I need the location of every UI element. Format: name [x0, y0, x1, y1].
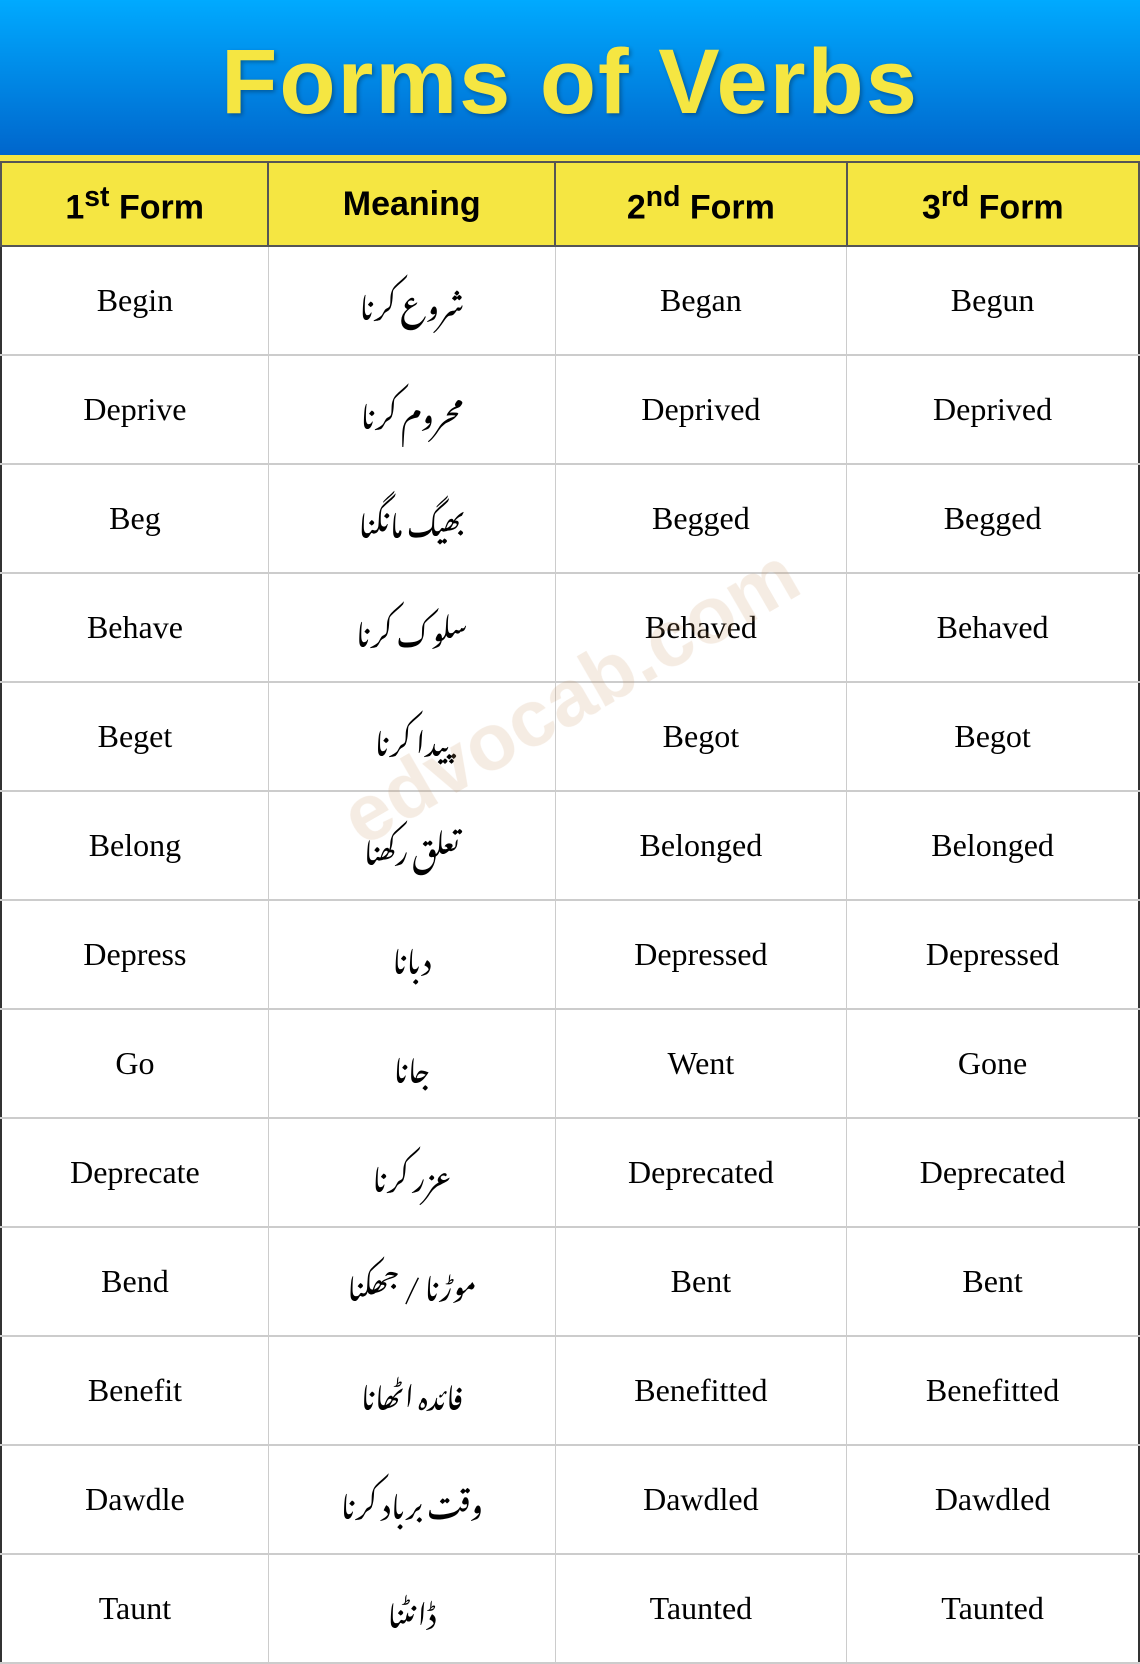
- cell-meaning: وقت برباد کرنا: [268, 1445, 555, 1554]
- cell-form1: Begin: [1, 246, 268, 355]
- table-header-row: 1st Form Meaning 2nd Form 3rd Form: [1, 162, 1139, 246]
- col-header-form3: 3rd Form: [847, 162, 1139, 246]
- cell-form1: Behave: [1, 573, 268, 682]
- cell-form2: Taunted: [555, 1554, 847, 1663]
- cell-form3: Deprived: [847, 355, 1139, 464]
- table-row: TauntڈانٹناTauntedTaunted: [1, 1554, 1139, 1663]
- table-body: Beginشروع کرناBeganBegunDepriveمحروم کرن…: [1, 246, 1139, 1663]
- table-row: GoجاناWentGone: [1, 1009, 1139, 1118]
- cell-form3: Depressed: [847, 900, 1139, 1009]
- cell-meaning: پیدا کرنا: [268, 682, 555, 791]
- cell-form1: Go: [1, 1009, 268, 1118]
- cell-meaning: فائدہ اٹھانا: [268, 1336, 555, 1445]
- table-row: Depriveمحروم کرناDeprivedDeprived: [1, 355, 1139, 464]
- cell-form2: Begot: [555, 682, 847, 791]
- cell-form3: Bent: [847, 1227, 1139, 1336]
- cell-form2: Depressed: [555, 900, 847, 1009]
- cell-meaning: موڑنا / جھکنا: [268, 1227, 555, 1336]
- cell-form3: Begot: [847, 682, 1139, 791]
- cell-form2: Began: [555, 246, 847, 355]
- cell-form2: Went: [555, 1009, 847, 1118]
- cell-form1: Taunt: [1, 1554, 268, 1663]
- cell-meaning: شروع کرنا: [268, 246, 555, 355]
- table-row: Dawdleوقت برباد کرناDawdledDawdled: [1, 1445, 1139, 1554]
- cell-form3: Behaved: [847, 573, 1139, 682]
- page-header: Forms of Verbs: [0, 0, 1140, 161]
- table-row: Begبھیگ مانگناBeggedBegged: [1, 464, 1139, 573]
- cell-meaning: سلوک کرنا: [268, 573, 555, 682]
- cell-meaning: دبانا: [268, 900, 555, 1009]
- cell-form2: Benefitted: [555, 1336, 847, 1445]
- cell-form3: Deprecated: [847, 1118, 1139, 1227]
- cell-form3: Gone: [847, 1009, 1139, 1118]
- col-header-form2: 2nd Form: [555, 162, 847, 246]
- cell-form1: Deprive: [1, 355, 268, 464]
- table-row: Benefitفائدہ اٹھاناBenefittedBenefitted: [1, 1336, 1139, 1445]
- cell-form2: Bent: [555, 1227, 847, 1336]
- cell-form3: Begun: [847, 246, 1139, 355]
- cell-form3: Belonged: [847, 791, 1139, 900]
- table-row: Beginشروع کرناBeganBegun: [1, 246, 1139, 355]
- cell-form1: Benefit: [1, 1336, 268, 1445]
- cell-form2: Behaved: [555, 573, 847, 682]
- table-row: Deprecateعزر کرناDeprecatedDeprecated: [1, 1118, 1139, 1227]
- table-row: Bendموڑنا / جھکناBentBent: [1, 1227, 1139, 1336]
- cell-form3: Taunted: [847, 1554, 1139, 1663]
- cell-meaning: ڈانٹنا: [268, 1554, 555, 1663]
- cell-meaning: بھیگ مانگنا: [268, 464, 555, 573]
- verbs-table: 1st Form Meaning 2nd Form 3rd Form Begin…: [0, 161, 1140, 1664]
- cell-form1: Beg: [1, 464, 268, 573]
- cell-form1: Bend: [1, 1227, 268, 1336]
- cell-form3: Begged: [847, 464, 1139, 573]
- cell-form2: Dawdled: [555, 1445, 847, 1554]
- cell-form2: Begged: [555, 464, 847, 573]
- cell-meaning: جانا: [268, 1009, 555, 1118]
- table-row: Begetپیدا کرناBegotBegot: [1, 682, 1139, 791]
- cell-meaning: تعلق رکھنا: [268, 791, 555, 900]
- cell-form1: Deprecate: [1, 1118, 268, 1227]
- cell-meaning: عزر کرنا: [268, 1118, 555, 1227]
- cell-form1: Dawdle: [1, 1445, 268, 1554]
- table-row: DepressدباناDepressedDepressed: [1, 900, 1139, 1009]
- cell-form2: Belonged: [555, 791, 847, 900]
- col-header-form1: 1st Form: [1, 162, 268, 246]
- cell-form3: Benefitted: [847, 1336, 1139, 1445]
- cell-form1: Belong: [1, 791, 268, 900]
- cell-form1: Depress: [1, 900, 268, 1009]
- table-container: 1st Form Meaning 2nd Form 3rd Form Begin…: [0, 161, 1140, 1664]
- table-row: Belongتعلق رکھناBelongedBelonged: [1, 791, 1139, 900]
- cell-meaning: محروم کرنا: [268, 355, 555, 464]
- cell-form2: Deprived: [555, 355, 847, 464]
- col-header-meaning: Meaning: [268, 162, 555, 246]
- table-row: Behaveسلوک کرناBehavedBehaved: [1, 573, 1139, 682]
- cell-form2: Deprecated: [555, 1118, 847, 1227]
- cell-form3: Dawdled: [847, 1445, 1139, 1554]
- cell-form1: Beget: [1, 682, 268, 791]
- page-title: Forms of Verbs: [20, 30, 1120, 135]
